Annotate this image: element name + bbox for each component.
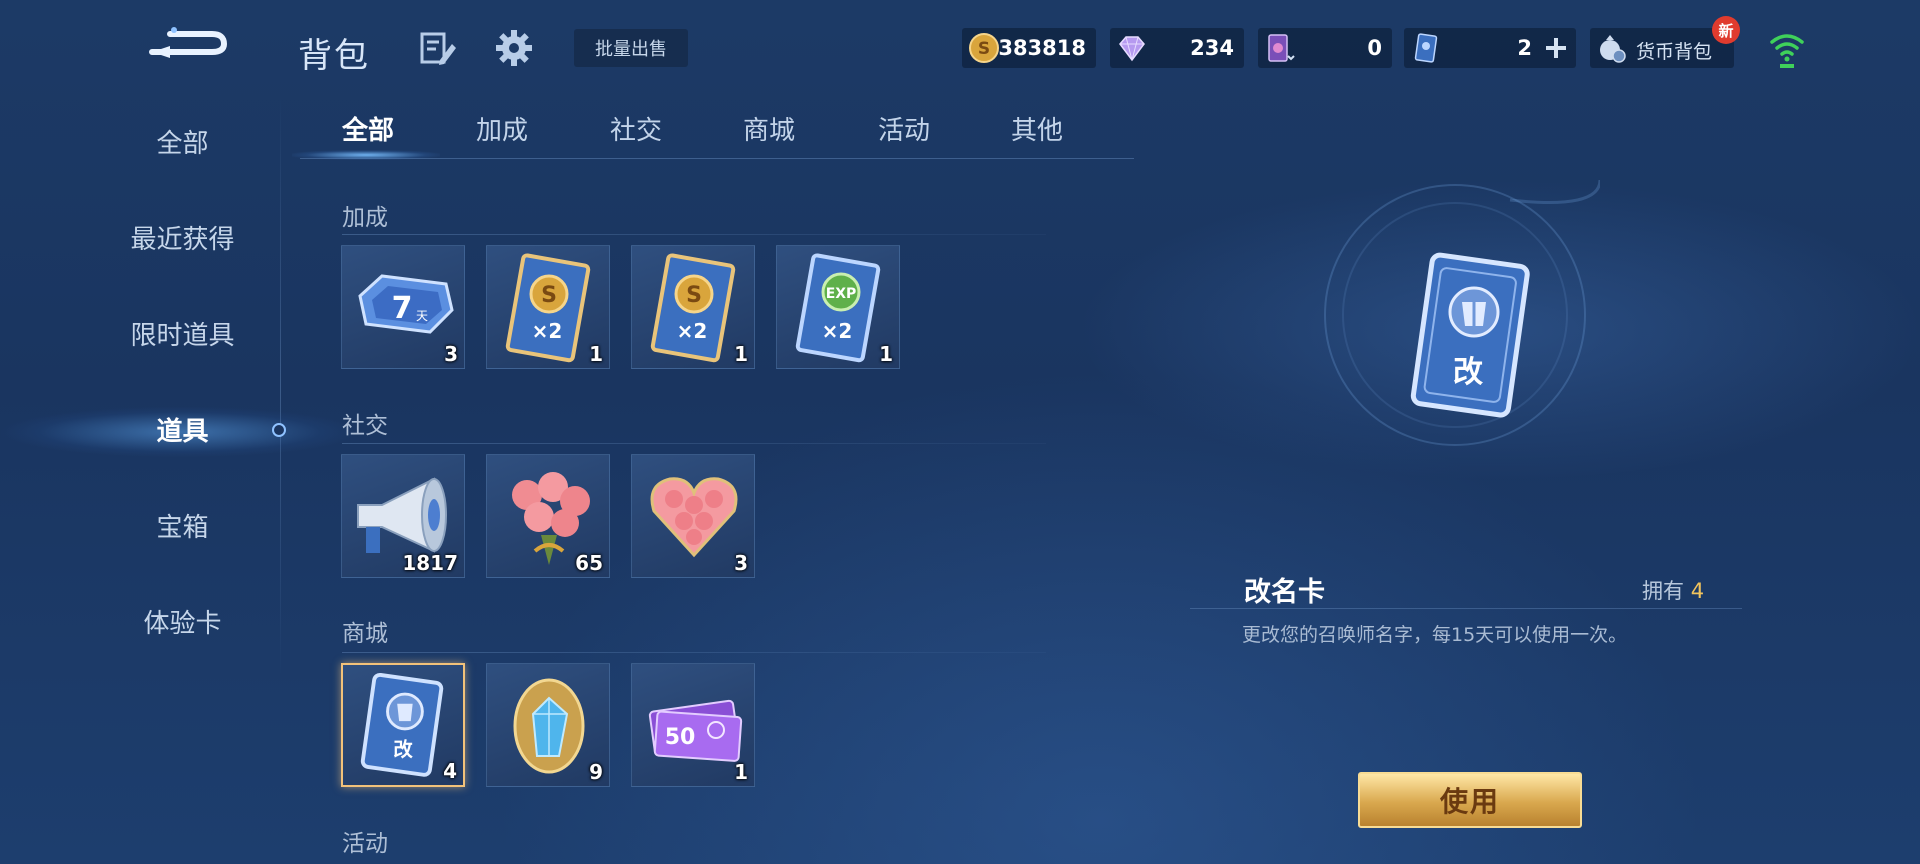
item-count: 1 <box>734 760 748 784</box>
item-name: 改名卡 <box>1244 577 1325 608</box>
edit-icon[interactable] <box>418 30 458 70</box>
currency-bag-label: 货币背包 <box>1636 41 1713 63</box>
inventory-item[interactable]: S ×2 1 <box>486 245 610 369</box>
plus-icon[interactable] <box>1544 36 1568 60</box>
item-count: 9 <box>589 760 603 784</box>
coupon-value: 50 <box>665 725 696 750</box>
svg-text:S: S <box>541 283 557 308</box>
multiplier-label: ×2 <box>822 319 853 343</box>
ticket-currency[interactable]: 0 <box>1258 28 1392 68</box>
seven-day-unit: 天 <box>416 309 428 323</box>
ticket-icon <box>1268 34 1295 62</box>
diamond-icon <box>1119 36 1145 62</box>
inventory-item[interactable]: EXP ×2 1 <box>776 245 900 369</box>
item-count: 1 <box>734 342 748 366</box>
diamond-amount: 234 <box>1190 36 1234 60</box>
item-count: 4 <box>443 759 457 783</box>
inventory-item[interactable]: 改 4 <box>341 663 465 787</box>
rename-card-preview-icon: 改 <box>1410 252 1530 418</box>
gold-amount: 383818 <box>998 36 1086 60</box>
exp-label: EXP <box>826 286 857 302</box>
card-icon <box>1414 33 1438 63</box>
money-bag-icon <box>1600 35 1626 63</box>
item-count: 1817 <box>402 551 458 575</box>
currency-bag-button[interactable]: 货币背包 新 <box>1590 16 1740 68</box>
inventory-item[interactable]: 65 <box>486 454 610 578</box>
detail-divider <box>1190 608 1742 609</box>
ticket-amount: 0 <box>1367 36 1382 60</box>
section-title-bonus: 加成 <box>342 205 388 231</box>
inventory-item[interactable]: 3 <box>631 454 755 578</box>
section-divider <box>342 443 1046 444</box>
sidebar-item-trial-cards[interactable]: 体验卡 <box>0 598 365 650</box>
sidebar: 全部 最近获得 限时道具 道具 宝箱 体验卡 <box>0 100 365 700</box>
sidebar-item-recent[interactable]: 最近获得 <box>0 214 365 266</box>
card-currency[interactable]: 2 <box>1404 28 1576 68</box>
multiplier-label: ×2 <box>532 319 563 343</box>
svg-text:S: S <box>686 283 702 308</box>
tab-bonus[interactable]: 加成 <box>476 110 528 147</box>
new-badge: 新 <box>1712 16 1740 44</box>
inventory-item[interactable]: 7 天 3 <box>341 245 465 369</box>
inventory-item[interactable]: 1817 <box>341 454 465 578</box>
gold-currency: S 383818 <box>962 28 1096 68</box>
sidebar-item-limited[interactable]: 限时道具 <box>0 310 365 362</box>
item-count: 65 <box>575 551 603 575</box>
owned-number: 4 <box>1690 579 1705 603</box>
use-button[interactable]: 使用 <box>1358 772 1582 828</box>
owned-label: 拥有 <box>1642 579 1684 603</box>
card-amount: 2 <box>1517 36 1532 60</box>
tab-social[interactable]: 社交 <box>610 110 662 147</box>
section-title-shop: 商城 <box>342 621 388 647</box>
page-title: 背包 <box>298 36 370 76</box>
seven-day-number: 7 <box>392 291 413 326</box>
svg-text:S: S <box>978 39 990 59</box>
tab-active-underline <box>292 150 440 160</box>
sidebar-item-items[interactable]: 道具 <box>0 406 365 458</box>
section-title-social: 社交 <box>342 413 388 439</box>
inventory-item[interactable]: S ×2 1 <box>631 245 755 369</box>
wifi-signal-icon <box>1770 34 1804 68</box>
back-arrow-icon[interactable] <box>140 22 230 72</box>
rename-glyph: 改 <box>393 738 413 761</box>
batch-sell-button[interactable]: 批量出售 <box>574 29 688 67</box>
inventory-item[interactable]: 9 <box>486 663 610 787</box>
section-divider <box>342 234 1046 235</box>
section-divider <box>342 652 1046 653</box>
tab-all[interactable]: 全部 <box>342 110 394 147</box>
item-count: 1 <box>879 342 893 366</box>
item-count: 1 <box>589 342 603 366</box>
tab-other[interactable]: 其他 <box>1011 110 1063 147</box>
preview-glyph: 改 <box>1453 355 1483 390</box>
section-title-activity: 活动 <box>342 831 388 857</box>
tab-activity[interactable]: 活动 <box>878 110 930 147</box>
gold-coin-icon: S <box>969 33 999 63</box>
multiplier-label: ×2 <box>677 319 708 343</box>
item-count: 3 <box>444 342 458 366</box>
diamond-currency: 234 <box>1110 28 1244 68</box>
sidebar-item-chests[interactable]: 宝箱 <box>0 502 365 554</box>
sidebar-active-indicator <box>272 423 286 437</box>
tab-shop[interactable]: 商城 <box>743 110 795 147</box>
gear-icon[interactable] <box>494 28 534 68</box>
owned-count: 拥有 4 <box>1642 575 1704 605</box>
item-count: 3 <box>734 551 748 575</box>
item-description: 更改您的召唤师名字，每15天可以使用一次。 <box>1242 624 1628 646</box>
inventory-item[interactable]: 50 1 <box>631 663 755 787</box>
